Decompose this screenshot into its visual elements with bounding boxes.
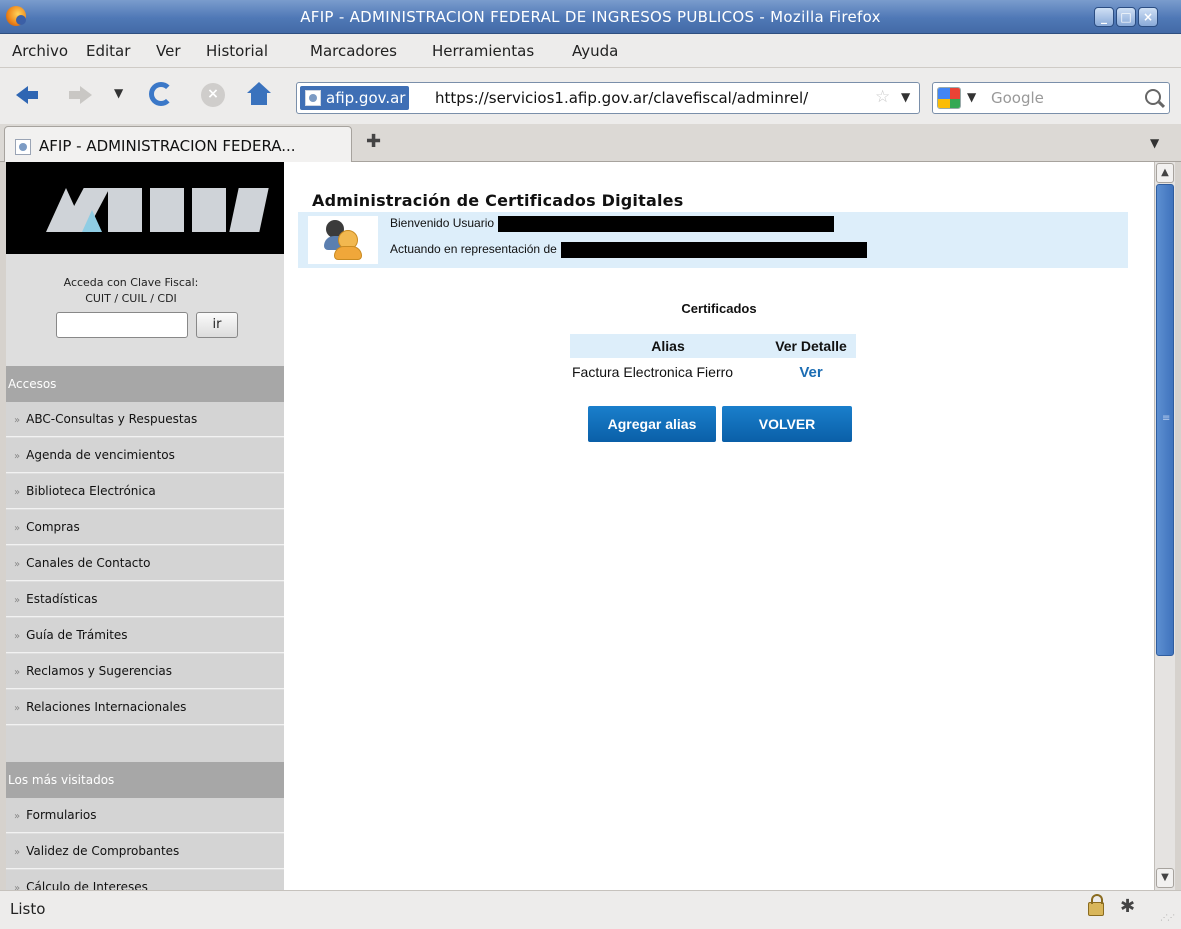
redacted-username <box>498 216 835 232</box>
back-button[interactable]: VOLVER <box>722 406 852 442</box>
acting-line: Actuando en representación de <box>390 242 867 258</box>
welcome-box: Bienvenido Usuario Actuando en represent… <box>298 212 1128 268</box>
ver-detail-link[interactable]: Ver <box>766 358 856 386</box>
sidebar-item-reclamos[interactable]: » Reclamos y Sugerencias <box>6 654 284 689</box>
sidebar-item-compras[interactable]: » Compras <box>6 510 284 545</box>
history-dropdown-icon[interactable]: ▼ <box>114 86 123 100</box>
sidebar-item-canales[interactable]: » Canales de Contacto <box>6 546 284 581</box>
window-title: AFIP - ADMINISTRACION FEDERAL DE INGRESO… <box>300 8 881 26</box>
menu-archivo[interactable]: Archivo <box>12 42 68 60</box>
login-sublabel: CUIT / CUIL / CDI <box>85 292 177 305</box>
sidebar-item-relaciones[interactable]: » Relaciones Internacionales <box>6 690 284 725</box>
bookmark-star-icon[interactable]: ☆ <box>875 87 890 107</box>
new-tab-icon[interactable]: ✚ <box>366 131 381 152</box>
login-area: Acceda con Clave Fiscal: CUIT / CUIL / C… <box>6 254 284 366</box>
sidebar-item-abc[interactable]: » ABC-Consultas y Respuestas <box>6 402 284 437</box>
redacted-representation <box>560 242 867 258</box>
window-titlebar: AFIP - ADMINISTRACION FEDERAL DE INGRESO… <box>0 0 1181 34</box>
login-go-button[interactable]: ir <box>196 312 238 338</box>
maximize-button[interactable]: □ <box>1116 7 1136 27</box>
menu-editar[interactable]: Editar <box>86 42 130 60</box>
url-text[interactable]: https://servicios1.afip.gov.ar/clavefisc… <box>435 89 867 107</box>
add-alias-button[interactable]: Agregar alias <box>588 406 716 442</box>
status-bar: Listo ✱ ⋰⋰ <box>0 890 1181 929</box>
search-magnifier-icon[interactable] <box>1145 89 1161 105</box>
table-row: Factura Electronica Fierro Ver <box>570 358 856 386</box>
tabs-list-dropdown-icon[interactable]: ▼ <box>1150 136 1159 150</box>
scroll-thumb[interactable]: ≡ <box>1156 184 1174 656</box>
sidebar-item-guia[interactable]: » Guía de Trámites <box>6 618 284 653</box>
acting-text: Actuando en representación de <box>390 242 557 257</box>
back-arrow-icon[interactable] <box>12 80 42 110</box>
menu-historial[interactable]: Historial <box>206 42 268 60</box>
afip-logo[interactable] <box>6 162 284 254</box>
menu-ayuda[interactable]: Ayuda <box>572 42 618 60</box>
stop-icon[interactable]: × <box>198 80 228 110</box>
home-icon[interactable] <box>244 80 274 110</box>
sidebar-item-validez[interactable]: » Validez de Comprobantes <box>6 834 284 869</box>
table-header-row: Alias Ver Detalle <box>570 334 856 358</box>
menu-ver[interactable]: Ver <box>156 42 181 60</box>
close-window-button[interactable]: × <box>1138 7 1158 27</box>
scroll-up-icon[interactable]: ▲ <box>1156 163 1174 183</box>
minimize-button[interactable]: _ <box>1094 7 1114 27</box>
menu-marcadores[interactable]: Marcadores <box>310 42 397 60</box>
scroll-down-icon[interactable]: ▼ <box>1156 868 1174 888</box>
login-label: Acceda con Clave Fiscal: <box>63 276 199 289</box>
resize-grip-icon[interactable]: ⋰⋰ <box>1160 913 1175 922</box>
sidebar-item-agenda[interactable]: » Agenda de vencimientos <box>6 438 284 473</box>
tab-page-icon <box>15 139 31 155</box>
forward-arrow-icon[interactable] <box>66 80 96 110</box>
url-dropdown-icon[interactable]: ▼ <box>901 90 910 104</box>
section-accesos: Accesos <box>6 366 284 402</box>
certificates-table: Alias Ver Detalle Factura Electronica Fi… <box>570 334 856 386</box>
column-alias: Alias <box>570 334 766 358</box>
site-identity-button[interactable]: afip.gov.ar <box>300 86 410 110</box>
search-engine-dropdown-icon[interactable]: ▼ <box>967 90 976 104</box>
column-ver-detalle: Ver Detalle <box>766 334 856 358</box>
sidebar-item-estadisticas[interactable]: » Estadísticas <box>6 582 284 617</box>
lock-icon[interactable] <box>1088 894 1104 916</box>
sidebar-item-formularios[interactable]: » Formularios <box>6 798 284 833</box>
sidebar-spacer <box>6 726 284 762</box>
welcome-text: Bienvenido Usuario <box>390 216 495 231</box>
cert-alias: Factura Electronica Fierro <box>572 364 734 380</box>
main-content: Administración de Certificados Digitales… <box>284 162 1154 890</box>
google-engine-icon[interactable] <box>937 87 961 109</box>
cuit-input[interactable] <box>56 312 188 338</box>
tab-afip[interactable]: AFIP - ADMINISTRACION FEDERA... <box>4 126 352 162</box>
tab-strip: AFIP - ADMINISTRACION FEDERA... ✚ ▼ <box>0 124 1181 162</box>
sidebar-item-intereses[interactable]: » Cálculo de Intereses <box>6 870 284 890</box>
tab-label: AFIP - ADMINISTRACION FEDERA... <box>39 137 296 155</box>
vertical-scrollbar[interactable]: ▲ ≡ ▼ <box>1154 162 1175 890</box>
page-viewport: Acceda con Clave Fiscal: CUIT / CUIL / C… <box>6 162 1154 890</box>
status-text: Listo <box>10 900 46 918</box>
bug-icon[interactable]: ✱ <box>1120 896 1135 917</box>
search-bar[interactable]: ▼ Google <box>932 82 1170 114</box>
sidebar-item-biblioteca[interactable]: » Biblioteca Electrónica <box>6 474 284 509</box>
left-sidebar: Acceda con Clave Fiscal: CUIT / CUIL / C… <box>6 162 284 890</box>
menu-bar: Archivo Editar Ver Historial Marcadores … <box>0 34 1181 68</box>
menu-herramientas[interactable]: Herramientas <box>432 42 534 60</box>
section-visitados: Los más visitados <box>6 762 284 798</box>
users-avatar-icon <box>324 220 364 260</box>
page-title: Administración de Certificados Digitales <box>312 191 684 210</box>
site-domain: afip.gov.ar <box>326 89 406 107</box>
search-input[interactable]: Google <box>991 89 1044 107</box>
certificates-heading: Certificados <box>681 301 757 316</box>
welcome-line: Bienvenido Usuario <box>390 216 835 232</box>
avatar-cell <box>308 216 378 264</box>
page-icon <box>305 90 321 106</box>
url-bar[interactable]: afip.gov.ar https://servicios1.afip.gov.… <box>296 82 920 114</box>
reload-icon[interactable] <box>146 80 176 110</box>
